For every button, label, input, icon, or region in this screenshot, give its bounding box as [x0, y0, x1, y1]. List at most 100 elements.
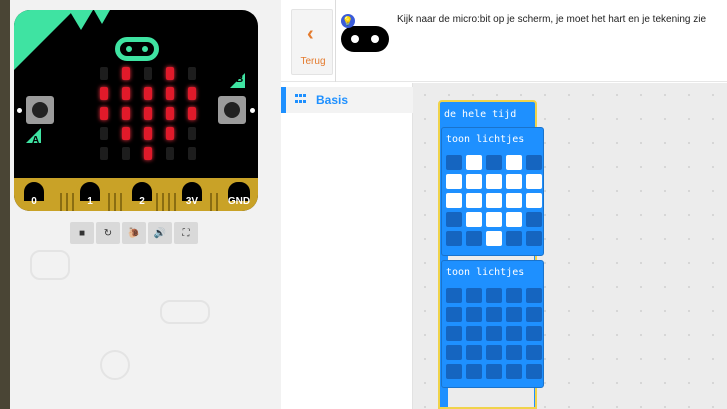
led-4-4 [188, 147, 196, 160]
slow-mo-icon[interactable]: 🐌 [122, 222, 146, 244]
led-cell-1-3[interactable] [506, 174, 522, 189]
led-4-1 [122, 147, 130, 160]
show-leds-label: toon lichtjes [446, 134, 525, 145]
led-cell-1-2[interactable] [486, 307, 502, 322]
forever-block-label: de hele tijd [444, 109, 517, 120]
led-cell-4-4[interactable] [526, 231, 542, 246]
led-cell-4-3[interactable] [506, 231, 522, 246]
board-corner-decoration [14, 10, 74, 70]
led-0-3 [166, 67, 174, 80]
led-cell-2-4[interactable] [526, 326, 542, 341]
button-b[interactable] [218, 96, 246, 124]
led-cell-1-4[interactable] [526, 174, 542, 189]
window-frame [0, 0, 10, 409]
microbit-avatar-icon [341, 26, 389, 52]
led-cell-3-4[interactable] [526, 212, 542, 227]
back-button[interactable]: ‹ Terug [291, 9, 333, 75]
led-cell-3-0[interactable] [446, 345, 462, 360]
led-cell-0-0[interactable] [446, 288, 462, 303]
led-cell-2-2[interactable] [486, 193, 502, 208]
led-cell-0-1[interactable] [466, 155, 482, 170]
led-cell-1-1[interactable] [466, 174, 482, 189]
led-cell-4-3[interactable] [506, 364, 522, 379]
led-cell-4-2[interactable] [486, 231, 502, 246]
led-cell-0-4[interactable] [526, 155, 542, 170]
led-cell-2-0[interactable] [446, 193, 462, 208]
show-leds-block-2[interactable]: toon lichtjes [441, 260, 544, 388]
led-cell-3-4[interactable] [526, 345, 542, 360]
fullscreen-icon[interactable]: ⛶ [174, 222, 198, 244]
led-cell-0-3[interactable] [506, 288, 522, 303]
led-cell-0-3[interactable] [506, 155, 522, 170]
led-cell-0-2[interactable] [486, 288, 502, 303]
led-cell-2-3[interactable] [506, 193, 522, 208]
simulator-toolbar: ■ ↻ 🐌 🔊 ⛶ [70, 222, 200, 244]
toolbox: Basis [281, 83, 413, 409]
led-cell-4-2[interactable] [486, 364, 502, 379]
led-0-0 [100, 67, 108, 80]
led-cell-4-0[interactable] [446, 364, 462, 379]
button-indicator-dot [17, 108, 22, 113]
sound-icon[interactable]: 🔊 [148, 222, 172, 244]
led-cell-3-1[interactable] [466, 345, 482, 360]
led-cell-1-2[interactable] [486, 174, 502, 189]
led-cell-2-1[interactable] [466, 326, 482, 341]
led-1-0 [100, 87, 108, 100]
led-4-0 [100, 147, 108, 160]
background-doodle [160, 300, 210, 324]
led-4-3 [166, 147, 174, 160]
led-2-1 [122, 107, 130, 120]
led-cell-2-3[interactable] [506, 326, 522, 341]
led-cell-0-0[interactable] [446, 155, 462, 170]
led-0-1 [122, 67, 130, 80]
button-indicator-dot [250, 108, 255, 113]
toolbox-category-label: Basis [316, 93, 349, 107]
led-cell-2-2[interactable] [486, 326, 502, 341]
led-cell-2-1[interactable] [466, 193, 482, 208]
led-cell-0-1[interactable] [466, 288, 482, 303]
led-cell-2-0[interactable] [446, 326, 462, 341]
led-1-4 [188, 87, 196, 100]
chevron-left-icon: ‹ [307, 23, 314, 45]
blocks-workspace[interactable]: de hele tijd toon lichtjes toon lichtjes [413, 83, 727, 409]
board-corner-decoration [94, 10, 110, 24]
led-cell-1-0[interactable] [446, 174, 462, 189]
pin-label: 0 [31, 196, 37, 207]
led-cell-1-1[interactable] [466, 307, 482, 322]
led-cell-3-3[interactable] [506, 345, 522, 360]
led-cell-3-1[interactable] [466, 212, 482, 227]
led-2-4 [188, 107, 196, 120]
led-3-3 [166, 127, 174, 140]
show-leds-block-1[interactable]: toon lichtjes [441, 127, 544, 256]
button-a-label: A [32, 135, 40, 146]
led-cell-1-3[interactable] [506, 307, 522, 322]
led-cell-1-0[interactable] [446, 307, 462, 322]
led-cell-3-2[interactable] [486, 345, 502, 360]
led-cell-4-1[interactable] [466, 364, 482, 379]
tutorial-instruction: Kijk naar de micro:bit op je scherm, je … [397, 14, 707, 25]
microbit-board: A B 0 1 2 3V GND [14, 10, 258, 211]
led-3-2 [144, 127, 152, 140]
button-a[interactable] [26, 96, 54, 124]
tutorial-bar: ‹ Terug 💡 Kijk naar de micro:bit op je s… [281, 0, 727, 82]
led-1-3 [166, 87, 174, 100]
hint-bulb-icon[interactable]: 💡 [341, 14, 355, 28]
led-cell-1-4[interactable] [526, 307, 542, 322]
led-cell-3-3[interactable] [506, 212, 522, 227]
pin-label: 2 [139, 196, 145, 207]
stop-icon[interactable]: ■ [70, 222, 94, 244]
led-cell-0-4[interactable] [526, 288, 542, 303]
led-cell-2-4[interactable] [526, 193, 542, 208]
led-cell-4-4[interactable] [526, 364, 542, 379]
back-button-label: Terug [300, 56, 326, 67]
led-cell-3-2[interactable] [486, 212, 502, 227]
led-cell-4-0[interactable] [446, 231, 462, 246]
led-1-1 [122, 87, 130, 100]
led-cell-4-1[interactable] [466, 231, 482, 246]
led-3-1 [122, 127, 130, 140]
toolbox-category-basis[interactable]: Basis [281, 87, 413, 113]
led-cell-3-0[interactable] [446, 212, 462, 227]
led-2-3 [166, 107, 174, 120]
led-cell-0-2[interactable] [486, 155, 502, 170]
restart-icon[interactable]: ↻ [96, 222, 120, 244]
